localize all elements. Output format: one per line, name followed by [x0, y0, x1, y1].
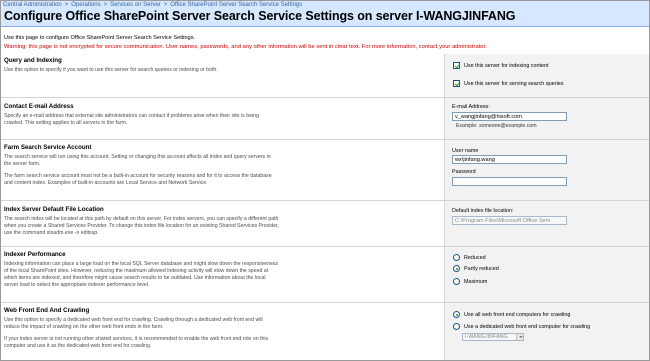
- section-query-indexing: Use this server for indexing content Use…: [0, 54, 650, 97]
- performance-option-maximum[interactable]: Maximum: [453, 278, 487, 285]
- breadcrumb-separator: >: [103, 2, 108, 8]
- indexing-label: Use this server for indexing content: [464, 62, 549, 69]
- dedicated-server-select: I-WANGJINFANG: [462, 333, 524, 341]
- serving-checkbox[interactable]: [453, 80, 460, 87]
- maximum-radio[interactable]: [453, 278, 460, 285]
- performance-option-partly-reduced[interactable]: Partly reduced: [453, 265, 499, 272]
- section-description: Indexing information can place a large l…: [4, 261, 279, 288]
- section-description: Specify an e-mail address that external …: [4, 113, 259, 126]
- security-warning: Warning: this page is not encrypted for …: [4, 44, 487, 50]
- email-label: E-mail Address:: [452, 104, 490, 110]
- section-contact-email: E-mail Address: Example: someone@example…: [0, 98, 650, 139]
- maximum-label: Maximum: [464, 278, 488, 285]
- section-description: Use this option to specify a dedicated w…: [4, 317, 269, 349]
- section-heading: Farm Search Service Account: [4, 144, 92, 151]
- performance-option-reduced[interactable]: Reduced: [453, 254, 486, 261]
- breadcrumb-current-page: Office SharePoint Server Search Service …: [170, 2, 303, 8]
- username-field[interactable]: [452, 155, 567, 164]
- username-label: User name: [452, 148, 479, 154]
- index-location-controls: Default index file location:: [444, 201, 650, 246]
- breadcrumb-separator: >: [163, 2, 168, 8]
- page-title: Configure Office SharePoint Server Searc…: [4, 9, 516, 23]
- web-front-end-controls: Use all web front end computers for craw…: [444, 303, 650, 361]
- section-heading: Web Front End And Crawling: [4, 307, 90, 314]
- crawl-option-all[interactable]: Use all web front end computers for craw…: [453, 311, 570, 318]
- section-index-location: Default index file location: Index Serve…: [0, 201, 650, 246]
- serving-option[interactable]: Use this server for serving search queri…: [453, 80, 563, 87]
- password-label: Password: [452, 169, 476, 175]
- section-heading: Query and Indexing: [4, 57, 62, 64]
- reduced-radio[interactable]: [453, 254, 460, 261]
- section-farm-account: User name Password Farm Search Service A…: [0, 140, 650, 200]
- all-wfe-radio[interactable]: [453, 311, 460, 318]
- section-heading: Contact E-mail Address: [4, 103, 74, 110]
- indexing-option[interactable]: Use this server for indexing content: [453, 62, 549, 69]
- section-description: Use this option to specify if you want t…: [4, 67, 218, 73]
- partly-reduced-label: Partly reduced: [464, 265, 499, 272]
- section-heading: Indexer Performance: [4, 251, 66, 258]
- page-intro: Use this page to configure Office ShareP…: [4, 35, 196, 41]
- breadcrumb-operations[interactable]: Operations: [71, 2, 100, 8]
- dedicated-wfe-radio[interactable]: [453, 323, 460, 330]
- crawl-option-dedicated[interactable]: Use a dedicated web front end computer f…: [453, 323, 590, 330]
- breadcrumb: Central Administration > Operations > Servic…: [3, 2, 302, 8]
- password-field[interactable]: [452, 177, 567, 186]
- dedicated-wfe-label: Use a dedicated web front end computer f…: [464, 323, 591, 330]
- index-location-label: Default index file location:: [452, 208, 514, 214]
- title-area: Central Administration > Operations > Servic…: [0, 0, 650, 27]
- section-heading: Index Server Default File Location: [4, 206, 104, 213]
- section-description: The search service will run using this a…: [4, 154, 272, 186]
- all-wfe-label: Use all web front end computers for craw…: [464, 311, 571, 318]
- dedicated-server-value: I-WANGJINFANG: [465, 334, 508, 340]
- partly-reduced-radio[interactable]: [453, 265, 460, 272]
- email-example: Example: someone@example.com: [456, 123, 537, 129]
- section-indexer-performance: Reduced Partly reduced Maximum Indexer P…: [0, 247, 650, 302]
- contact-email-controls: E-mail Address: Example: someone@example…: [444, 98, 650, 139]
- index-location-field: [452, 216, 567, 225]
- indexing-checkbox[interactable]: [453, 62, 460, 69]
- indexer-performance-controls: Reduced Partly reduced Maximum: [444, 247, 650, 302]
- serving-label: Use this server for serving search queri…: [464, 80, 564, 87]
- query-indexing-controls: Use this server for indexing content Use…: [444, 54, 650, 97]
- reduced-label: Reduced: [464, 254, 486, 261]
- farm-account-controls: User name Password: [444, 140, 650, 200]
- email-field[interactable]: [452, 112, 567, 121]
- section-web-front-end: Use all web front end computers for craw…: [0, 303, 650, 361]
- breadcrumb-services-on-server[interactable]: Services on Server: [110, 2, 161, 8]
- breadcrumb-separator: >: [64, 2, 69, 8]
- chevron-down-icon: [516, 334, 523, 340]
- section-description: The search index will be located at this…: [4, 216, 279, 236]
- breadcrumb-central-administration[interactable]: Central Administration: [3, 2, 62, 8]
